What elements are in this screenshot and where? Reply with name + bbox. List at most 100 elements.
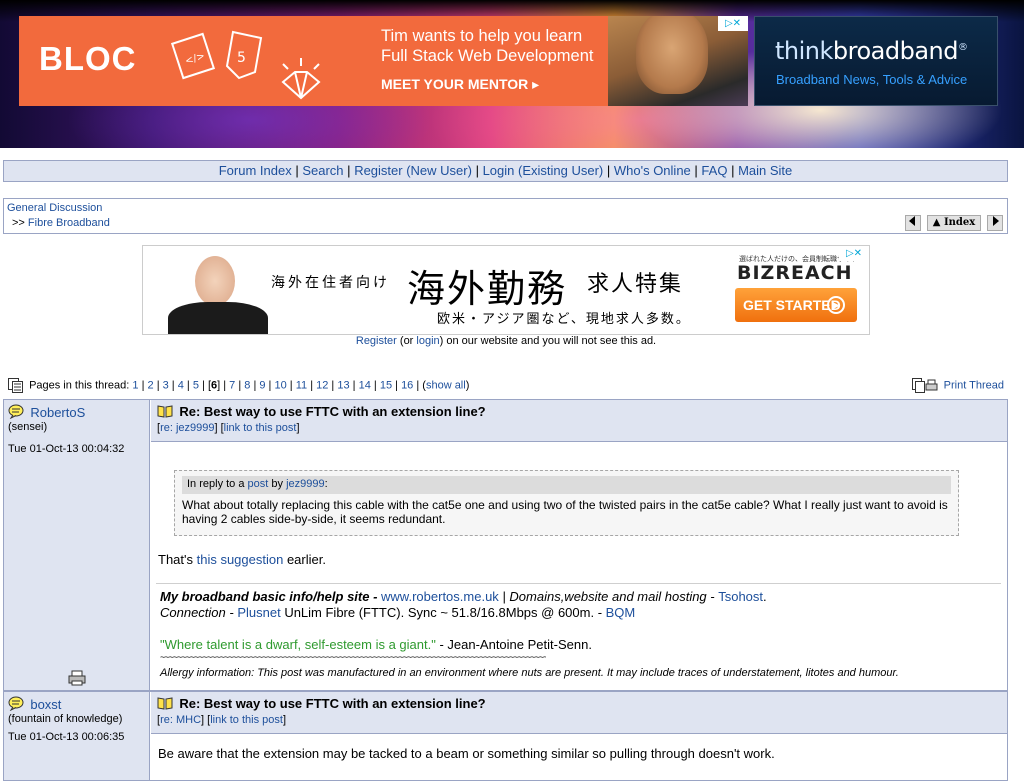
- quote-header: In reply to a post by jez9999:: [182, 476, 951, 494]
- suggestion-link[interactable]: this suggestion: [197, 552, 284, 567]
- page-link[interactable]: 5: [193, 379, 199, 391]
- ad-woman-photo: [153, 246, 273, 334]
- post-text: That's this suggestion earlier.: [158, 552, 326, 567]
- quote-author-link[interactable]: jez9999: [286, 478, 325, 490]
- print-icon: [911, 378, 938, 393]
- nav-search[interactable]: Search: [302, 163, 343, 178]
- sig-site-label: My broadband basic info/help site -: [160, 589, 382, 604]
- nav-separator: |: [475, 163, 479, 178]
- post-author-role: (fountain of knowledge): [8, 713, 123, 725]
- post: RobertoS (sensei) Tue 01-Oct-13 00:04:32…: [3, 399, 1008, 691]
- post-date: Tue 01-Oct-13 00:06:35: [8, 731, 125, 743]
- nav-main-site[interactable]: Main Site: [738, 163, 792, 178]
- post-meta: [re: jez9999] [link to this post]: [157, 422, 300, 434]
- page-link[interactable]: 15: [380, 379, 392, 391]
- page-link[interactable]: 2: [148, 379, 154, 391]
- reply-to-link[interactable]: re: jez9999: [160, 422, 214, 434]
- nav-separator: |: [347, 163, 351, 178]
- bizreach-logo: BIZREACH: [737, 262, 853, 284]
- breadcrumb-general-discussion[interactable]: General Discussion: [7, 202, 102, 214]
- nav-register[interactable]: Register (New User): [354, 163, 472, 178]
- nav-login[interactable]: Login (Existing User): [483, 163, 604, 178]
- web-dev-icons: </> 5: [170, 30, 321, 100]
- nav-forum-index[interactable]: Forum Index: [219, 163, 292, 178]
- bloc-ad-headline: Tim wants to help you learn Full Stack W…: [381, 26, 631, 66]
- index-button[interactable]: ▲ Index: [927, 215, 981, 231]
- site-banner: BLOC </> 5 Tim wants to help you learn F…: [0, 0, 1024, 148]
- reply-to-link[interactable]: re: MHC: [160, 714, 201, 726]
- post-body: In reply to a post by jez9999: What abou…: [151, 443, 1007, 690]
- page-link[interactable]: 16: [401, 379, 413, 391]
- post-author-role: (sensei): [8, 421, 48, 433]
- post-author[interactable]: boxst: [30, 697, 61, 712]
- post-body: Be aware that the extension may be tacke…: [151, 735, 1007, 780]
- next-thread-button[interactable]: [987, 215, 1003, 231]
- page-link[interactable]: 8: [244, 379, 250, 391]
- print-thread-link[interactable]: Print Thread: [944, 379, 1004, 391]
- play-icon: ▶: [827, 296, 845, 314]
- sig-site-link[interactable]: www.robertos.me.uk: [381, 589, 499, 604]
- quote-post-link[interactable]: post: [248, 478, 269, 490]
- quote-by: by: [268, 478, 287, 490]
- quote-block: In reply to a post by jez9999: What abou…: [174, 470, 959, 536]
- signature: My broadband basic info/help site - www.…: [156, 583, 1001, 681]
- page-link[interactable]: 14: [359, 379, 371, 391]
- page-link[interactable]: 4: [178, 379, 184, 391]
- post-text: Be aware that the extension may be tacke…: [158, 746, 775, 761]
- ad-small-text: 海外在住者向け: [271, 275, 390, 291]
- register-note: Register (or login) on our website and y…: [0, 335, 1012, 347]
- permalink[interactable]: link to this post: [224, 422, 297, 434]
- logo-bold: broadband: [832, 37, 959, 65]
- thinkbroadband-logo-box[interactable]: thinkbroadband® Broadband News, Tools & …: [754, 16, 998, 106]
- adchoices-icon[interactable]: ▷✕: [718, 16, 748, 31]
- page-link[interactable]: 10: [274, 379, 286, 391]
- post-author-panel: RobertoS (sensei) Tue 01-Oct-13 00:04:32: [4, 400, 150, 690]
- register-link[interactable]: Register: [356, 335, 397, 347]
- page-link[interactable]: 7: [229, 379, 235, 391]
- sig-tsohost-link[interactable]: Tsohost: [718, 589, 763, 604]
- ad-kyuujin-text: 求人特集: [587, 272, 684, 297]
- page-link[interactable]: 3: [163, 379, 169, 391]
- thinkbroadband-tagline: Broadband News, Tools & Advice: [776, 72, 968, 87]
- page-link[interactable]: 1: [132, 379, 138, 391]
- nav-whos-online[interactable]: Who's Online: [614, 163, 691, 178]
- svg-text:5: 5: [237, 50, 246, 66]
- page-link[interactable]: 9: [259, 379, 265, 391]
- prev-thread-button[interactable]: [905, 215, 921, 231]
- print-post-icon[interactable]: [68, 670, 86, 686]
- login-link[interactable]: login: [416, 335, 439, 347]
- arrow-right-icon: [993, 216, 999, 226]
- post-subject-icon: [157, 697, 173, 710]
- pages-icon: [8, 378, 23, 393]
- sig-plusnet-link[interactable]: Plusnet: [237, 605, 280, 620]
- quote-prefix: In reply to a: [187, 478, 248, 490]
- print-thread[interactable]: Print Thread: [911, 378, 1004, 393]
- post-author-panel: boxst (fountain of knowledge) Tue 01-Oct…: [4, 692, 150, 780]
- signature-quote: "Where talent is a dwarf, self-esteem is…: [156, 637, 1001, 653]
- show-all-link[interactable]: show all: [426, 379, 466, 391]
- permalink[interactable]: link to this post: [210, 714, 283, 726]
- register-note-tail: ) on our website and you will not see th…: [439, 335, 657, 347]
- bloc-ad-headline-1: Tim wants to help you learn: [381, 27, 583, 45]
- quote-text: What about totally replacing this cable …: [182, 498, 948, 526]
- post-author[interactable]: RobertoS: [30, 405, 85, 420]
- sig-quote-author: - Jean-Antoine Petit-Senn.: [435, 637, 592, 652]
- page-link[interactable]: 11: [296, 379, 307, 391]
- speech-bubble-icon: [8, 404, 24, 419]
- adchoices-icon[interactable]: ▷✕: [839, 246, 869, 261]
- page-link[interactable]: 12: [316, 379, 328, 391]
- post-meta: [re: MHC] [link to this post]: [157, 714, 287, 726]
- bloc-ad[interactable]: BLOC </> 5 Tim wants to help you learn F…: [19, 16, 748, 106]
- nav-separator: |: [295, 163, 299, 178]
- get-started-button[interactable]: GET STARTED ▶: [735, 288, 857, 322]
- nav-faq[interactable]: FAQ: [701, 163, 727, 178]
- post-header: Re: Best way to use FTTC with an extensi…: [151, 400, 1007, 442]
- register-note-middle: (or: [396, 335, 417, 347]
- bloc-logo: BLOC: [39, 40, 137, 77]
- post-subject: Re: Best way to use FTTC with an extensi…: [179, 696, 486, 711]
- breadcrumb-fibre-broadband[interactable]: Fibre Broadband: [28, 217, 110, 229]
- sig-bqm-link[interactable]: BQM: [606, 605, 636, 620]
- meet-mentor-link[interactable]: MEET YOUR MENTOR ▸: [381, 76, 539, 93]
- page-link[interactable]: 13: [337, 379, 349, 391]
- bizreach-ad[interactable]: 海外在住者向け 海外勤務 求人特集 欧米・アジア圏など、現地求人多数。 選ばれた…: [142, 245, 870, 335]
